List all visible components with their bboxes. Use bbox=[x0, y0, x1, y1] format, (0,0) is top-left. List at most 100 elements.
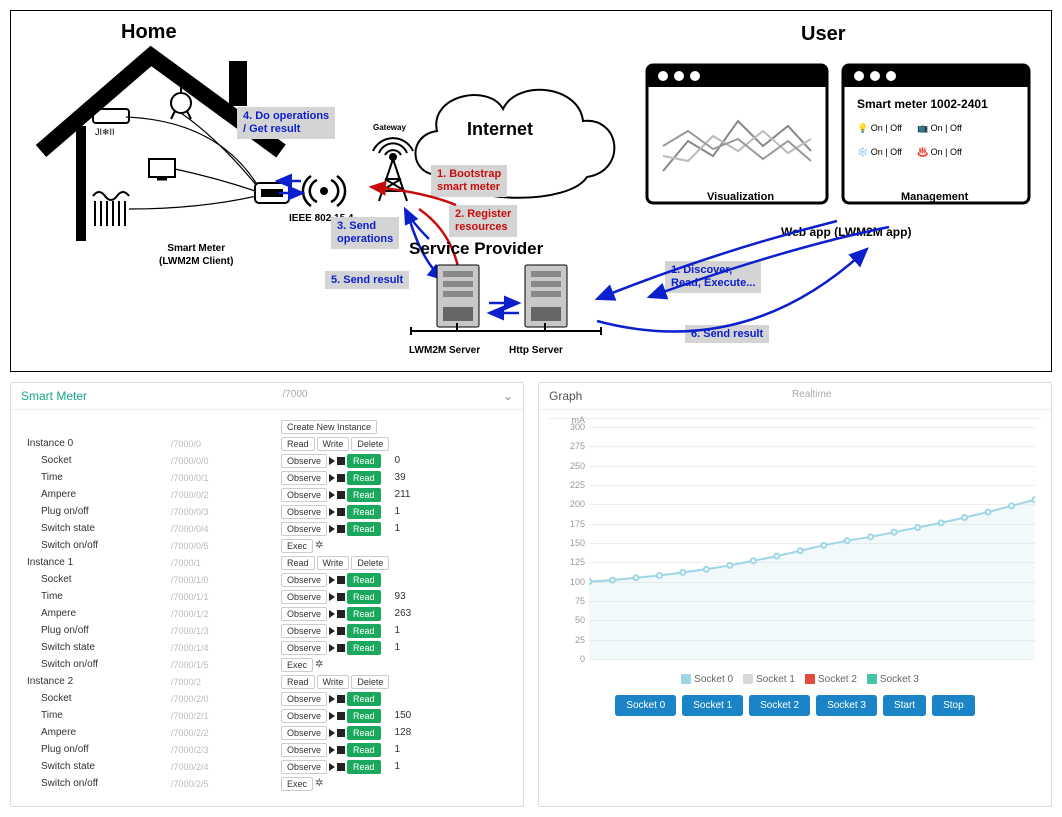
lwm2m-server-label: LWM2M Server bbox=[409, 345, 480, 356]
resource-value: 1 bbox=[381, 761, 431, 772]
write-button[interactable]: Write bbox=[317, 437, 350, 451]
radiator-icon: ♨️ bbox=[917, 147, 928, 157]
stop-icon[interactable] bbox=[337, 508, 345, 516]
gear-icon[interactable]: ✲ bbox=[315, 659, 323, 670]
socket-button[interactable]: Socket 1 bbox=[682, 695, 743, 716]
play-icon[interactable] bbox=[329, 457, 335, 465]
read-button[interactable]: Read bbox=[281, 437, 315, 451]
stop-icon[interactable] bbox=[337, 644, 345, 652]
play-icon[interactable] bbox=[329, 763, 335, 771]
read-button[interactable]: Read bbox=[347, 471, 381, 485]
stop-icon[interactable] bbox=[337, 763, 345, 771]
read-button[interactable]: Read bbox=[347, 573, 381, 587]
read-button[interactable]: Read bbox=[347, 454, 381, 468]
observe-button[interactable]: Observe bbox=[281, 471, 327, 485]
play-icon[interactable] bbox=[329, 729, 335, 737]
observe-button[interactable]: Observe bbox=[281, 760, 327, 774]
socket-button[interactable]: Socket 3 bbox=[816, 695, 877, 716]
read-button[interactable]: Read bbox=[347, 641, 381, 655]
stop-icon[interactable] bbox=[337, 729, 345, 737]
observe-button[interactable]: Observe bbox=[281, 726, 327, 740]
socket-button[interactable]: Socket 0 bbox=[615, 695, 676, 716]
observe-button[interactable]: Observe bbox=[281, 709, 327, 723]
exec-button[interactable]: Exec bbox=[281, 658, 313, 672]
exec-button[interactable]: Exec bbox=[281, 539, 313, 553]
resource-value: 263 bbox=[381, 608, 431, 619]
play-icon[interactable] bbox=[329, 525, 335, 533]
play-icon[interactable] bbox=[329, 712, 335, 720]
y-tick: 225 bbox=[561, 480, 585, 490]
play-icon[interactable] bbox=[329, 593, 335, 601]
read-button[interactable]: Read bbox=[347, 692, 381, 706]
observe-button[interactable]: Observe bbox=[281, 692, 327, 706]
observe-button[interactable]: Observe bbox=[281, 641, 327, 655]
stop-icon[interactable] bbox=[337, 746, 345, 754]
socket-button[interactable]: Start bbox=[883, 695, 926, 716]
legend-swatch bbox=[867, 674, 877, 684]
gear-icon[interactable]: ✲ bbox=[315, 778, 323, 789]
read-button[interactable]: Read bbox=[347, 590, 381, 604]
resource-name: Plug on/off bbox=[21, 625, 171, 636]
play-icon[interactable] bbox=[329, 627, 335, 635]
play-icon[interactable] bbox=[329, 474, 335, 482]
play-icon[interactable] bbox=[329, 610, 335, 618]
read-button[interactable]: Read bbox=[347, 607, 381, 621]
read-button[interactable]: Read bbox=[281, 556, 315, 570]
stop-icon[interactable] bbox=[337, 695, 345, 703]
play-icon[interactable] bbox=[329, 746, 335, 754]
delete-button[interactable]: Delete bbox=[351, 437, 389, 451]
stop-icon[interactable] bbox=[337, 712, 345, 720]
chevron-down-icon[interactable]: ⌄ bbox=[503, 389, 513, 403]
stop-icon[interactable] bbox=[337, 610, 345, 618]
observe-button[interactable]: Observe bbox=[281, 743, 327, 757]
write-button[interactable]: Write bbox=[317, 556, 350, 570]
create-instance-button[interactable]: Create New Instance bbox=[281, 420, 377, 434]
socket-button[interactable]: Stop bbox=[932, 695, 975, 716]
stop-icon[interactable] bbox=[337, 474, 345, 482]
socket-button[interactable]: Socket 2 bbox=[749, 695, 810, 716]
write-button[interactable]: Write bbox=[317, 675, 350, 689]
stop-icon[interactable] bbox=[337, 627, 345, 635]
read-button[interactable]: Read bbox=[347, 743, 381, 757]
observe-button[interactable]: Observe bbox=[281, 624, 327, 638]
stop-icon[interactable] bbox=[337, 457, 345, 465]
tv-icon: 📺 bbox=[917, 123, 928, 133]
observe-button[interactable]: Observe bbox=[281, 573, 327, 587]
play-icon[interactable] bbox=[329, 491, 335, 499]
play-icon[interactable] bbox=[329, 508, 335, 516]
resource-path: /7000/0/3 bbox=[171, 507, 281, 517]
play-icon[interactable] bbox=[329, 576, 335, 584]
y-tick: 175 bbox=[561, 519, 585, 529]
architecture-diagram: Home User JI❄II bbox=[10, 10, 1052, 372]
visualization-label: Visualization bbox=[707, 191, 774, 203]
read-button[interactable]: Read bbox=[347, 709, 381, 723]
y-tick: 25 bbox=[561, 635, 585, 645]
read-button[interactable]: Read bbox=[347, 505, 381, 519]
observe-button[interactable]: Observe bbox=[281, 522, 327, 536]
read-button[interactable]: Read bbox=[347, 760, 381, 774]
resource-name: Switch state bbox=[21, 523, 171, 534]
delete-button[interactable]: Delete bbox=[351, 556, 389, 570]
read-button[interactable]: Read bbox=[347, 488, 381, 502]
observe-button[interactable]: Observe bbox=[281, 607, 327, 621]
observe-button[interactable]: Observe bbox=[281, 505, 327, 519]
exec-button[interactable]: Exec bbox=[281, 777, 313, 791]
stop-icon[interactable] bbox=[337, 491, 345, 499]
play-icon[interactable] bbox=[329, 644, 335, 652]
observe-button[interactable]: Observe bbox=[281, 488, 327, 502]
gear-icon[interactable]: ✲ bbox=[315, 540, 323, 551]
delete-button[interactable]: Delete bbox=[351, 675, 389, 689]
resource-path: /7000/2/5 bbox=[171, 779, 281, 789]
management-window bbox=[839, 61, 1035, 211]
observe-button[interactable]: Observe bbox=[281, 454, 327, 468]
play-icon[interactable] bbox=[329, 695, 335, 703]
read-button[interactable]: Read bbox=[347, 726, 381, 740]
stop-icon[interactable] bbox=[337, 525, 345, 533]
resource-path: /7000/1/5 bbox=[171, 660, 281, 670]
stop-icon[interactable] bbox=[337, 576, 345, 584]
read-button[interactable]: Read bbox=[347, 624, 381, 638]
read-button[interactable]: Read bbox=[347, 522, 381, 536]
read-button[interactable]: Read bbox=[281, 675, 315, 689]
observe-button[interactable]: Observe bbox=[281, 590, 327, 604]
stop-icon[interactable] bbox=[337, 593, 345, 601]
